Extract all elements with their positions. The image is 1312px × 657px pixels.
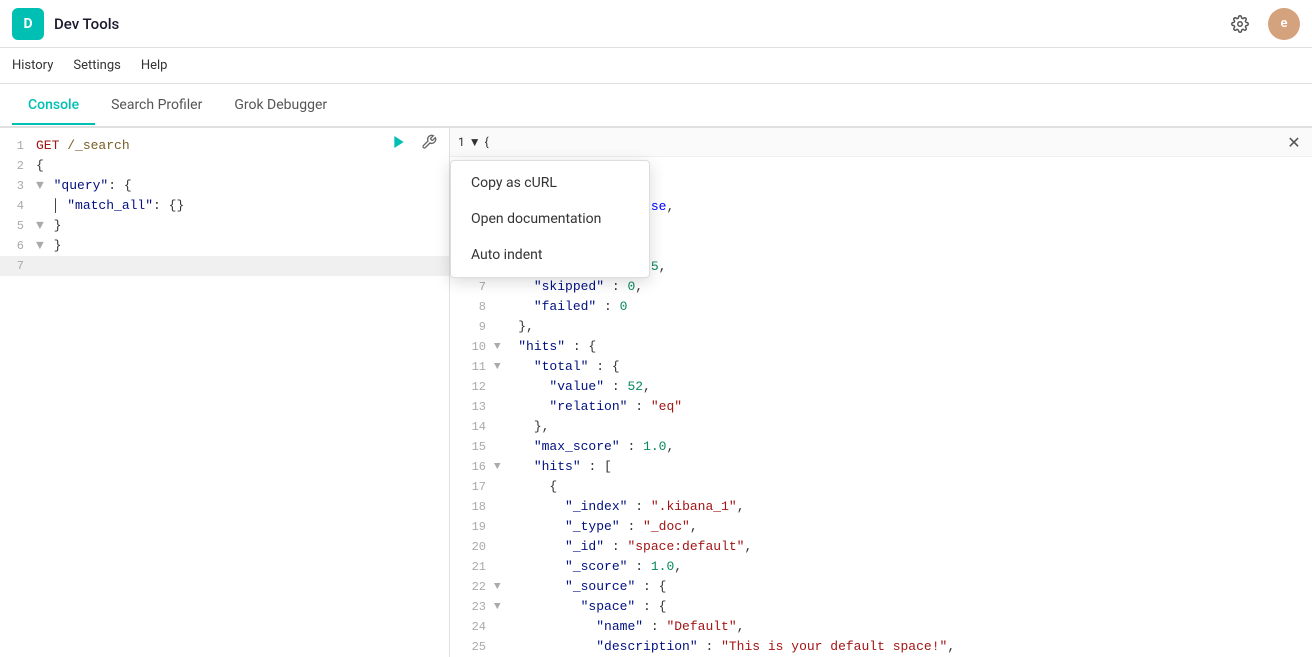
tab-grok-debugger[interactable]: Grok Debugger [218, 87, 343, 125]
resp-line-17: 17 { [450, 477, 1312, 497]
resp-line-13: 13 "relation" : "eq" [450, 397, 1312, 417]
resp-line-24: 24 "name" : "Default", [450, 617, 1312, 637]
resp-line-11: 11 ▼ "total" : { [450, 357, 1312, 377]
copy-curl-menu-item[interactable]: Copy as cURL [451, 165, 649, 201]
context-menu: Copy as cURL Open documentation Auto ind… [450, 160, 650, 278]
resp-line-7: 7 "skipped" : 0, [450, 277, 1312, 297]
top-bar-icons: e [1224, 8, 1300, 40]
editor-panel: 1 GET /_search 2 { 3 ▼ "query": { 4 │ "m… [0, 128, 450, 657]
nav-settings[interactable]: Settings [73, 54, 120, 77]
app-title: Dev Tools [54, 15, 1224, 33]
nav-help[interactable]: Help [141, 54, 168, 77]
user-avatar[interactable]: e [1268, 8, 1300, 40]
editor-line-3: 3 ▼ "query": { [0, 176, 449, 196]
resp-line-22: 22 ▼ "_source" : { [450, 577, 1312, 597]
resp-line-8: 8 "failed" : 0 [450, 297, 1312, 317]
resp-line-16: 16 ▼ "hits" : [ [450, 457, 1312, 477]
resp-line-21: 21 "_score" : 1.0, [450, 557, 1312, 577]
editor-line-4: 4 │ "match_all": {} [0, 196, 449, 216]
resp-line-14: 14 }, [450, 417, 1312, 437]
editor-line-2: 2 { [0, 156, 449, 176]
gear-icon[interactable] [1224, 8, 1256, 40]
top-bar: D Dev Tools e [0, 0, 1312, 48]
run-button[interactable] [387, 130, 411, 154]
auto-indent-menu-item[interactable]: Auto indent [451, 237, 649, 273]
resp-line-23: 23 ▼ "space" : { [450, 597, 1312, 617]
resp-line-19: 19 "_type" : "_doc", [450, 517, 1312, 537]
response-toolbar: 1 ▼ { ✕ [450, 128, 1312, 157]
collapse-button[interactable]: ✕ [1284, 132, 1304, 152]
editor-line-1: 1 GET /_search [0, 136, 449, 156]
wrench-icon[interactable] [417, 130, 441, 154]
resp-line-9: 9 }, [450, 317, 1312, 337]
nav-bar: History Settings Help [0, 48, 1312, 84]
open-docs-menu-item[interactable]: Open documentation [451, 201, 649, 237]
editor-line-6: 6 ▼ } [0, 236, 449, 256]
main-content: 1 GET /_search 2 { 3 ▼ "query": { 4 │ "m… [0, 128, 1312, 657]
editor-line-5: 5 ▼ } [0, 216, 449, 236]
tabs-bar: Console Search Profiler Grok Debugger [0, 84, 1312, 128]
nav-history[interactable]: History [12, 54, 53, 77]
tab-search-profiler[interactable]: Search Profiler [95, 87, 218, 125]
resp-line-10: 10 ▼ "hits" : { [450, 337, 1312, 357]
resp-line-15: 15 "max_score" : 1.0, [450, 437, 1312, 457]
resize-handle[interactable] [445, 128, 449, 657]
code-editor[interactable]: 1 GET /_search 2 { 3 ▼ "query": { 4 │ "m… [0, 128, 449, 657]
line-selector[interactable]: 1 ▼ { [458, 135, 489, 149]
resp-line-25: 25 "description" : "This is your default… [450, 637, 1312, 657]
resp-line-20: 20 "_id" : "space:default", [450, 537, 1312, 557]
editor-toolbar [387, 130, 441, 154]
tab-console[interactable]: Console [12, 87, 95, 125]
resp-line-18: 18 "_index" : ".kibana_1", [450, 497, 1312, 517]
app-icon: D [12, 8, 44, 40]
resp-line-12: 12 "value" : 52, [450, 377, 1312, 397]
editor-line-7: 7 ​ [0, 256, 449, 276]
